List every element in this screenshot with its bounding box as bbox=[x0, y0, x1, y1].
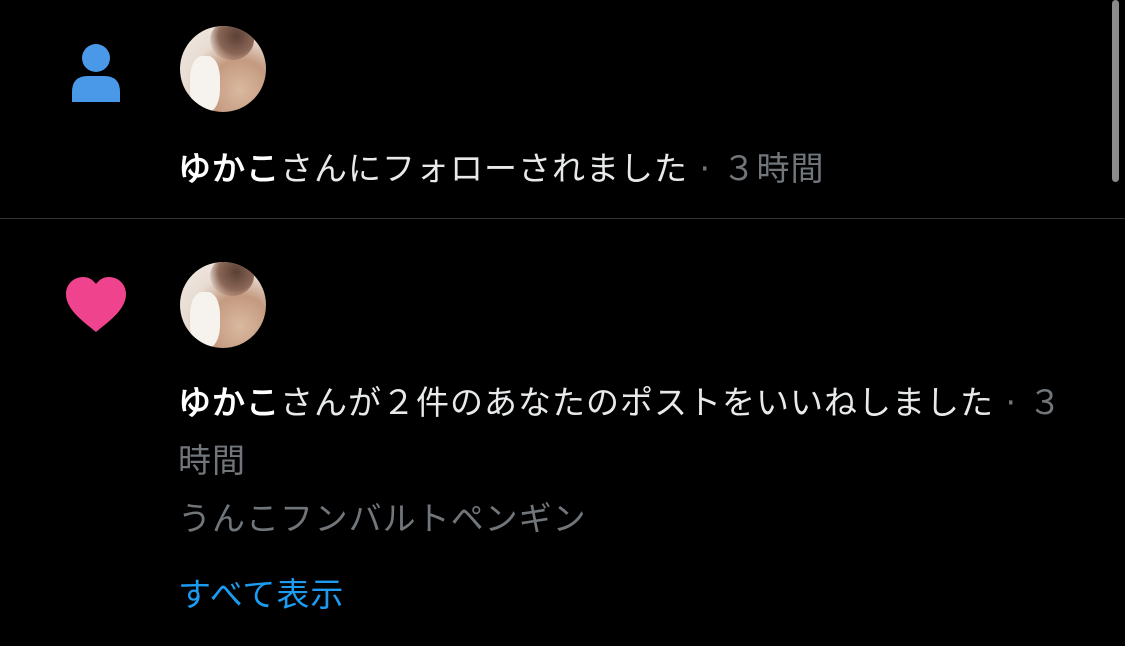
action-text: さんが２件のあなたのポストをいいねしました bbox=[280, 383, 994, 422]
timestamp: ３時間 bbox=[722, 149, 825, 188]
notification-text: ゆかこさんが２件のあなたのポストをいいねしました · ３時間 bbox=[178, 374, 1078, 490]
separator: · bbox=[688, 149, 723, 188]
post-preview[interactable]: うんこフンバルトペンギン bbox=[178, 494, 587, 544]
avatar[interactable] bbox=[180, 26, 266, 112]
show-all-link[interactable]: すべて表示 bbox=[178, 570, 344, 620]
notification-follow[interactable]: ゆかこさんにフォローされました · ３時間 bbox=[0, 0, 1125, 218]
user-name[interactable]: ゆかこ bbox=[178, 149, 280, 188]
action-text: さんにフォローされました bbox=[280, 149, 688, 188]
avatar[interactable] bbox=[180, 262, 266, 348]
person-icon bbox=[66, 40, 126, 104]
notification-text: ゆかこさんにフォローされました · ３時間 bbox=[178, 140, 1078, 198]
user-name[interactable]: ゆかこ bbox=[178, 383, 280, 422]
heart-icon bbox=[60, 272, 132, 338]
notification-like[interactable]: ゆかこさんが２件のあなたのポストをいいねしました · ３時間 うんこフンバルトペ… bbox=[0, 220, 1125, 646]
separator: · bbox=[994, 383, 1029, 422]
divider bbox=[0, 218, 1125, 219]
